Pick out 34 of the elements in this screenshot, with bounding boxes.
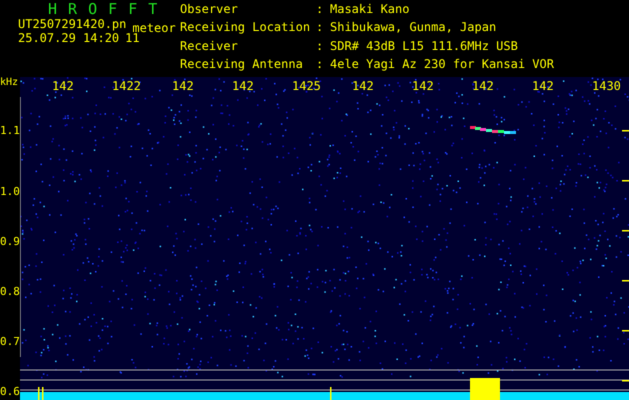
frequency-label: 142 bbox=[472, 79, 494, 93]
frequency-label: 1.1 bbox=[0, 124, 20, 137]
separator: : bbox=[316, 22, 324, 36]
file-type-label: meteor bbox=[132, 22, 176, 34]
info-label: Receiving Location bbox=[180, 22, 312, 36]
info-value: SDR# 43dB L15 111.6MHz USB bbox=[330, 40, 519, 54]
frequency-label: 142 bbox=[52, 79, 74, 93]
frequency-label: 1430 bbox=[592, 79, 621, 93]
info-label: Receiving Antenna bbox=[180, 58, 304, 73]
frequency-label: 1422 bbox=[112, 79, 141, 93]
info-value: Shibukawa, Gunma, Japan bbox=[330, 22, 498, 36]
info-label: Observer bbox=[180, 4, 239, 18]
info-label: Receiver bbox=[180, 40, 239, 54]
frequency-label: 142 bbox=[172, 79, 194, 93]
count-label: 11 bbox=[125, 33, 140, 44]
frequency-label: 1.0 bbox=[0, 185, 20, 198]
frequency-label: 0.7 bbox=[0, 335, 20, 348]
date-time: 25.07.29 14:20 bbox=[18, 33, 120, 44]
file-name: UT2507291420.pn bbox=[18, 18, 126, 30]
frequency-label: 142 bbox=[412, 79, 434, 93]
frequency-label: 0.6 bbox=[0, 385, 20, 398]
frequency-label: 0.8 bbox=[0, 285, 20, 298]
info-value: Masaki Kano bbox=[330, 4, 410, 18]
separator: : bbox=[316, 58, 324, 73]
unit-label: kHz bbox=[0, 77, 20, 90]
frequency-label: 142 bbox=[352, 79, 374, 93]
frequency-label: 142 bbox=[532, 79, 554, 93]
app-title: H R O F F T bbox=[47, 4, 160, 16]
frequency-label: 1425 bbox=[292, 79, 321, 93]
frequency-label: 0.9 bbox=[0, 235, 20, 248]
frequency-label: 142 bbox=[232, 79, 254, 93]
info-value: 4ele Yagi Az 230 for Kansai VOR bbox=[330, 58, 554, 73]
separator: : bbox=[316, 40, 324, 54]
separator: : bbox=[316, 4, 324, 18]
